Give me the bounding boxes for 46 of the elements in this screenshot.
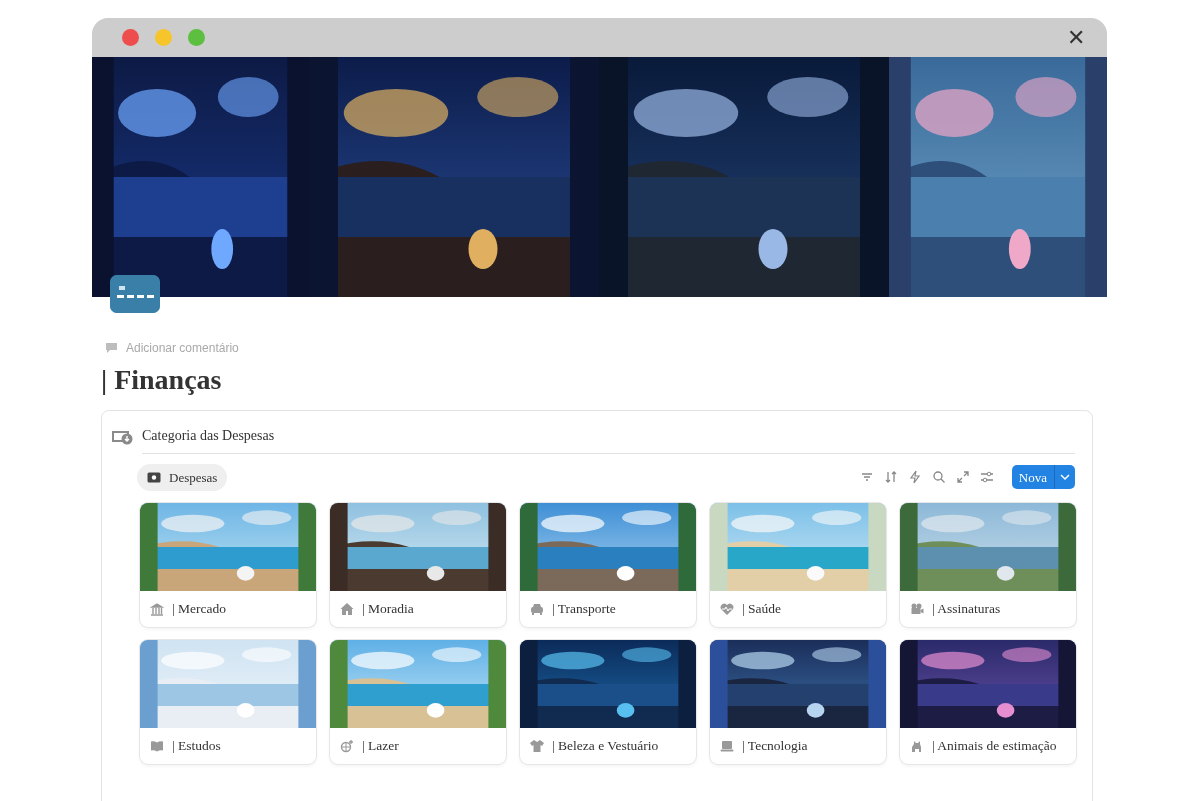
banknote-icon xyxy=(147,471,161,483)
laptop-icon xyxy=(720,739,734,754)
card-icon xyxy=(110,275,160,313)
category-card[interactable]: | Animais de estimação xyxy=(900,640,1076,765)
book-icon xyxy=(150,739,164,754)
card-title: | Transporte xyxy=(552,599,616,618)
shirt-icon xyxy=(530,739,544,754)
temple-icon xyxy=(150,602,164,617)
category-card[interactable]: | Transporte xyxy=(520,503,696,628)
globe-icon xyxy=(340,739,354,754)
card-title: | Saúde xyxy=(742,599,782,618)
category-card[interactable]: | Saúde xyxy=(710,503,886,628)
car-icon xyxy=(530,602,544,617)
heart-icon xyxy=(720,602,734,617)
category-card[interactable]: | Mercado xyxy=(140,503,316,628)
page-title: | Finanças xyxy=(101,363,223,397)
category-card[interactable]: | Estudos xyxy=(140,640,316,765)
lightning-icon[interactable] xyxy=(907,470,922,485)
category-card[interactable]: | Assinaturas xyxy=(900,503,1076,628)
card-title: | Estudos xyxy=(172,736,221,755)
database-title: Categoria das Despesas xyxy=(142,420,1075,454)
sort-icon[interactable] xyxy=(883,470,898,485)
card-title: | Animais de estimação xyxy=(932,736,1057,755)
view-tab[interactable]: Despesas xyxy=(137,463,228,492)
card-title: | Beleza e Vestuário xyxy=(552,736,659,755)
new-button[interactable]: Nova xyxy=(1011,465,1075,490)
house-icon xyxy=(340,602,354,617)
card-title: | Assinaturas xyxy=(932,599,1001,618)
money-icon xyxy=(112,429,134,446)
close-button[interactable]: ✕ xyxy=(1067,26,1085,49)
card-title: | Lazer xyxy=(362,736,399,755)
card-title: | Mercado xyxy=(172,599,227,618)
category-card[interactable]: | Lazer xyxy=(330,640,506,765)
settings-icon[interactable] xyxy=(979,470,994,485)
expand-icon[interactable] xyxy=(955,470,970,485)
card-title: | Tecnologia xyxy=(742,736,808,755)
close-window-button[interactable] xyxy=(122,29,139,46)
category-card[interactable]: | Tecnologia xyxy=(710,640,886,765)
caret-icon[interactable] xyxy=(1060,473,1070,482)
card-title: | Moradia xyxy=(362,599,414,618)
category-card[interactable]: | Beleza e Vestuário xyxy=(520,640,696,765)
camera-icon xyxy=(910,602,924,617)
cat-icon xyxy=(910,739,924,754)
search-icon[interactable] xyxy=(931,470,946,485)
comment-icon xyxy=(105,342,118,354)
category-card[interactable]: | Moradia xyxy=(330,503,506,628)
